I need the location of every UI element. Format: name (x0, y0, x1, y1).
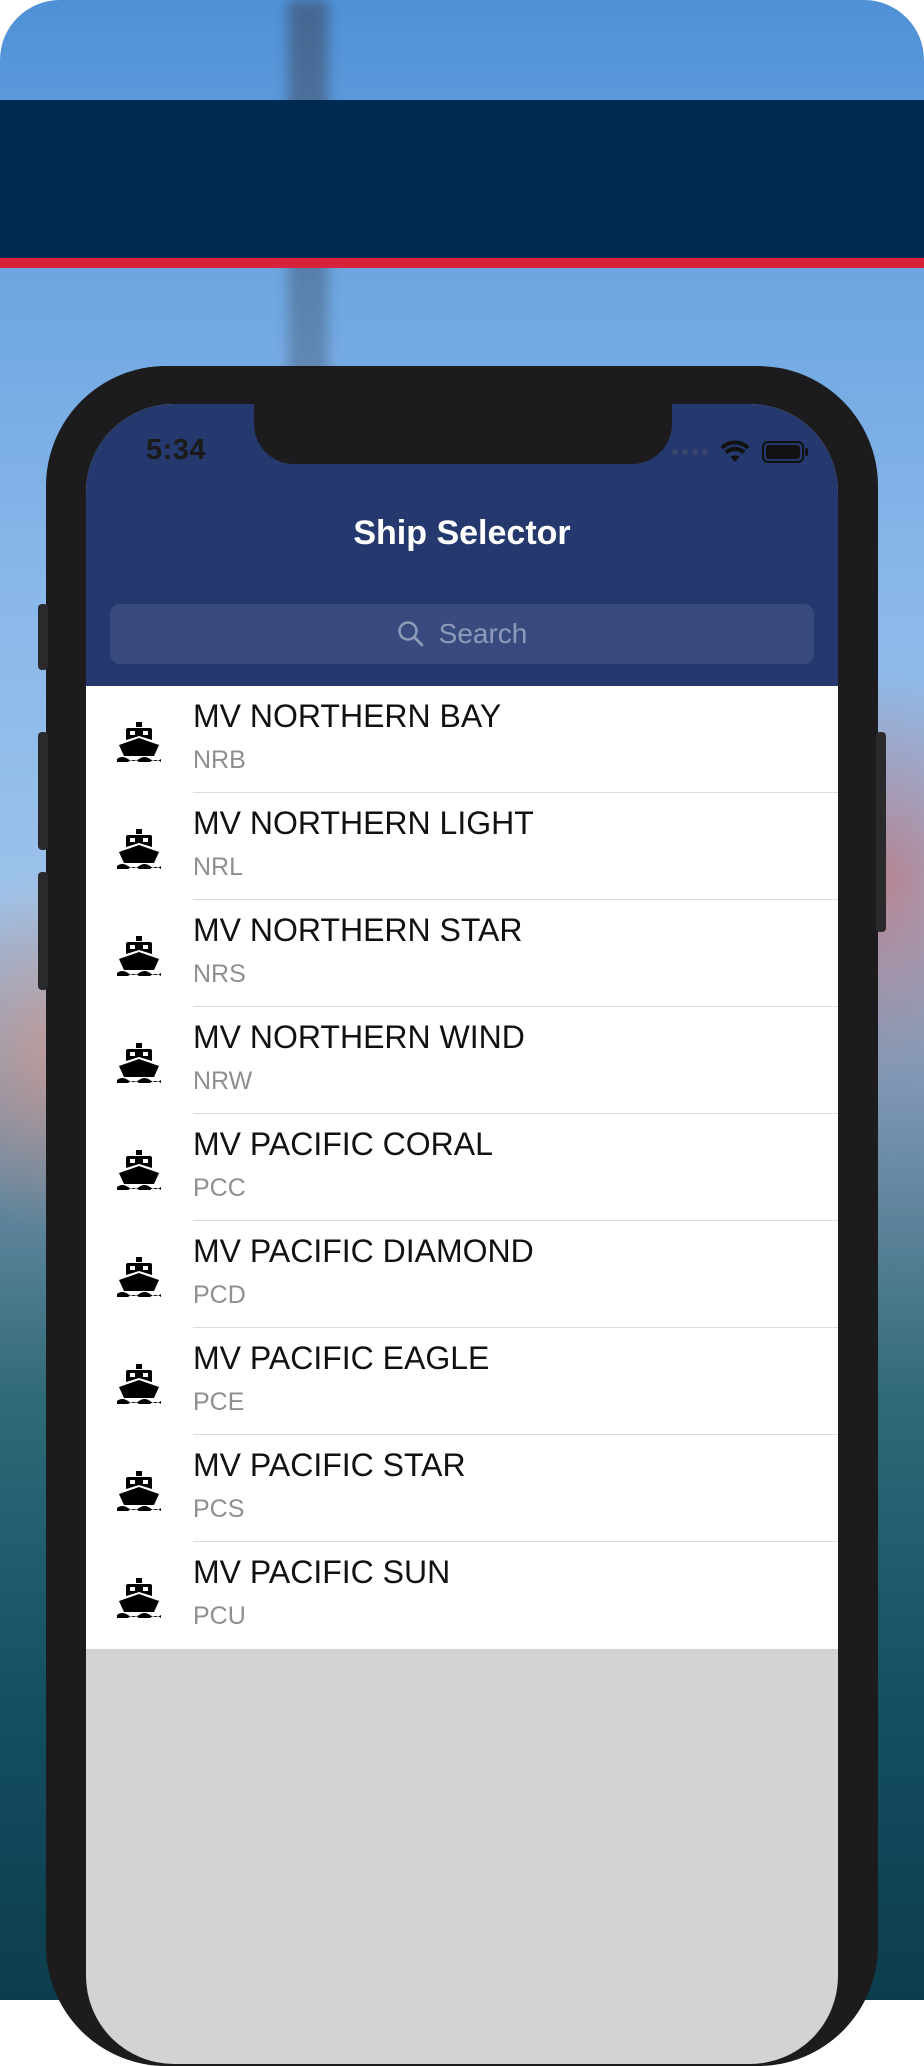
ship-icon (117, 1150, 161, 1190)
ship-name: MV NORTHERN LIGHT (193, 805, 534, 841)
ship-row[interactable]: MV NORTHERN BAY NRB (86, 686, 838, 793)
ship-row[interactable]: MV NORTHERN LIGHT NRL (86, 793, 838, 900)
ship-name: MV NORTHERN BAY (193, 698, 502, 734)
ship-name: MV NORTHERN STAR (193, 912, 523, 948)
ship-code: NRW (193, 1067, 253, 1095)
top-banner (0, 100, 924, 258)
ship-icon (117, 1364, 161, 1404)
page-title: Ship Selector (353, 514, 571, 552)
ship-list: MV NORTHERN BAY NRB MV NORTHERN LIGHT NR… (86, 686, 838, 1649)
phone-screen: 5:34 Ship Selector Search MV NORTHERN BA… (86, 404, 838, 2064)
ship-name: MV PACIFIC DIAMOND (193, 1233, 534, 1269)
mute-switch (38, 604, 48, 670)
volume-down-button (38, 872, 48, 990)
ship-row[interactable]: MV PACIFIC EAGLE PCE (86, 1328, 838, 1435)
battery-icon (762, 441, 808, 463)
volume-up-button (38, 732, 48, 850)
navigation-header: 5:34 Ship Selector Search (86, 404, 838, 686)
ship-row[interactable]: MV PACIFIC CORAL PCC (86, 1114, 838, 1221)
ship-icon (117, 936, 161, 976)
ship-name: MV PACIFIC SUN (193, 1554, 451, 1590)
ship-row[interactable]: MV PACIFIC SUN PCU (86, 1542, 838, 1649)
search-input[interactable]: Search (110, 604, 814, 664)
ship-icon (117, 829, 161, 869)
ship-name: MV NORTHERN WIND (193, 1019, 525, 1055)
ship-code: PCU (193, 1602, 246, 1630)
ship-row[interactable]: MV PACIFIC DIAMOND PCD (86, 1221, 838, 1328)
ship-code: NRB (193, 746, 246, 774)
search-icon (397, 621, 424, 647)
ship-name: MV PACIFIC CORAL (193, 1126, 493, 1162)
ship-icon (117, 722, 161, 762)
ship-code: PCE (193, 1388, 245, 1416)
banner-accent-stripe (0, 258, 924, 268)
ship-icon (117, 1471, 161, 1511)
ship-code: PCS (193, 1495, 245, 1523)
ship-row[interactable]: MV NORTHERN STAR NRS (86, 900, 838, 1007)
cellular-signal-icon (672, 449, 708, 455)
ship-name: MV PACIFIC EAGLE (193, 1340, 490, 1376)
ship-code: NRS (193, 960, 246, 988)
ship-code: NRL (193, 853, 244, 881)
status-time: 5:34 (146, 434, 207, 466)
ship-icon (117, 1043, 161, 1083)
ship-icon (117, 1578, 161, 1618)
status-indicators (672, 440, 808, 464)
power-button (876, 732, 886, 932)
ship-row[interactable]: MV PACIFIC STAR PCS (86, 1435, 838, 1542)
ship-code: PCD (193, 1281, 246, 1309)
wifi-icon (720, 440, 750, 462)
ship-name: MV PACIFIC STAR (193, 1447, 466, 1483)
ship-icon (117, 1257, 161, 1297)
ship-code: PCC (193, 1174, 246, 1202)
search-placeholder: Search (438, 618, 528, 649)
ship-row[interactable]: MV NORTHERN WIND NRW (86, 1007, 838, 1114)
screen-notch (254, 404, 672, 464)
